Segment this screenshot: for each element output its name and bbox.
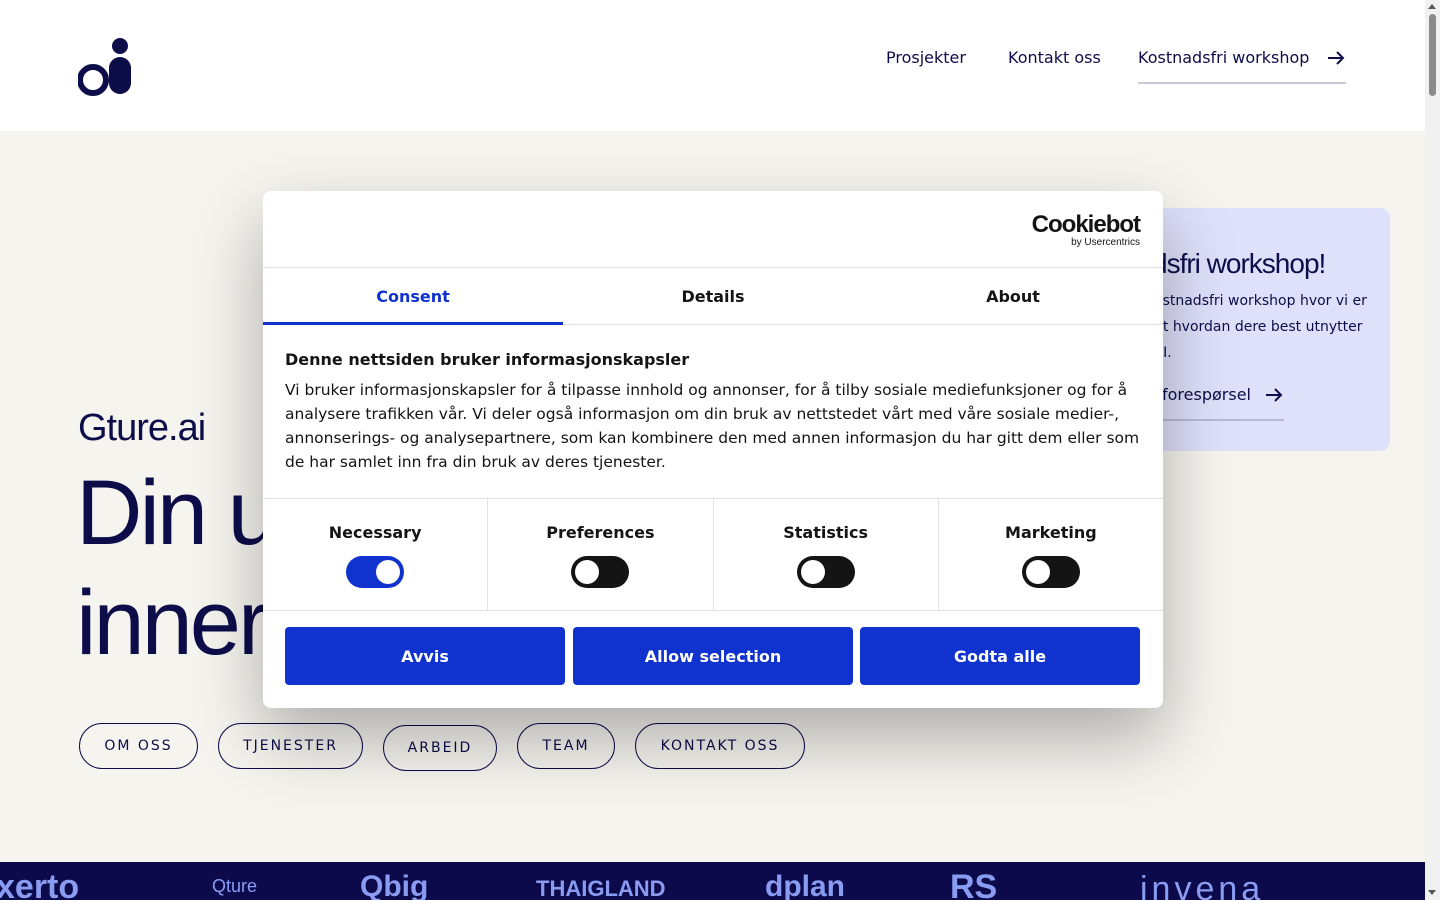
toggle-label-preferences: Preferences — [546, 523, 655, 542]
nav-workshop-link[interactable]: Kostnadsfri workshop — [1138, 46, 1346, 84]
client-logo: Qture — [212, 876, 258, 896]
toggle-marketing[interactable] — [1021, 556, 1080, 588]
arrow-right-icon — [1328, 51, 1345, 65]
workshop-promo-card: dsfri workshop! ostnadsfri workshop hvor… — [1130, 208, 1390, 451]
toggle-label-statistics: Statistics — [783, 523, 868, 542]
cookiebot-logo: Cookiebot by Usercentrics — [1031, 211, 1141, 249]
pill-tjenester[interactable]: TJENESTER — [218, 723, 363, 769]
brand-name: Gture.ai — [78, 407, 206, 449]
promo-title: dsfri workshop! — [1152, 248, 1326, 279]
cookie-description: Vi bruker informasjonskapsler for å tilp… — [285, 381, 1140, 471]
hero-headline-line2: inner — [76, 572, 269, 674]
client-logo: xerto — [0, 868, 80, 900]
promo-text: ostnadsfri workshop hvor vi er ut hvorda… — [1154, 293, 1367, 361]
tab-consent[interactable]: Consent — [263, 268, 563, 325]
scroll-up-icon[interactable] — [1428, 4, 1436, 9]
arrow-right-icon — [1266, 388, 1283, 402]
toggle-knob — [1025, 560, 1050, 584]
nav-contact-link[interactable]: Kontakt oss — [1008, 48, 1101, 67]
client-logo: dplan — [765, 870, 845, 900]
allow-selection-button[interactable]: Allow selection — [573, 627, 853, 685]
cookie-title: Denne nettsiden bruker informasjonskapsl… — [285, 350, 690, 369]
toggle-necessary[interactable] — [346, 556, 405, 588]
cookie-tabs: Consent Details About — [263, 267, 1163, 325]
client-logo: Qbig — [360, 870, 429, 900]
nav-projects-link[interactable]: Prosjekter — [886, 48, 966, 67]
cookie-category-toggles: Necessary Preferences Statistics Marketi… — [263, 498, 1163, 611]
pill-team[interactable]: TEAM — [517, 723, 615, 769]
promo-link-label: forespørsel — [1162, 385, 1251, 404]
nav-workshop-label: Kostnadsfri workshop — [1138, 48, 1310, 67]
reject-button[interactable]: Avvis — [285, 627, 565, 685]
pill-arbeid[interactable]: ARBEID — [383, 725, 497, 771]
tab-details[interactable]: Details — [563, 268, 863, 324]
cookiebot-logo-subtext: by Usercentrics — [1071, 237, 1140, 248]
site-header: Prosjekter Kontakt oss Kostnadsfri works… — [0, 0, 1425, 131]
pill-kontakt-oss[interactable]: KONTAKT OSS — [635, 723, 805, 769]
client-logo: RS — [950, 868, 998, 900]
toggle-cell-preferences: Preferences — [488, 499, 714, 610]
pill-om-oss[interactable]: OM OSS — [79, 723, 198, 769]
toggle-label-marketing: Marketing — [1005, 523, 1097, 542]
client-logo-band: xerto Qture Qbig THAIGLAND dplan RS inve… — [0, 862, 1425, 900]
cookie-consent-dialog: Cookiebot by Usercentrics Consent Detail… — [263, 191, 1163, 708]
scrollbar-thumb[interactable] — [1429, 14, 1436, 96]
toggle-knob — [376, 560, 401, 584]
accept-all-button[interactable]: Godta alle — [860, 627, 1140, 685]
tab-about[interactable]: About — [863, 268, 1163, 324]
client-logo: invena — [1140, 870, 1265, 900]
cookiebot-logo-text: Cookiebot — [1031, 211, 1141, 238]
toggle-label-necessary: Necessary — [328, 523, 422, 542]
hero-headline-line1: Din u — [76, 462, 279, 564]
client-logo: THAIGLAND — [536, 876, 666, 900]
page-scrollbar[interactable] — [1425, 0, 1440, 900]
toggle-knob — [800, 560, 825, 584]
toggle-cell-necessary: Necessary — [263, 499, 489, 610]
toggle-cell-marketing: Marketing — [939, 499, 1163, 610]
toggle-cell-statistics: Statistics — [714, 499, 939, 610]
toggle-statistics[interactable] — [796, 556, 855, 588]
toggle-knob — [575, 560, 600, 584]
toggle-preferences[interactable] — [571, 556, 630, 588]
scroll-down-icon[interactable] — [1428, 890, 1436, 895]
logo-icon[interactable] — [78, 36, 134, 96]
